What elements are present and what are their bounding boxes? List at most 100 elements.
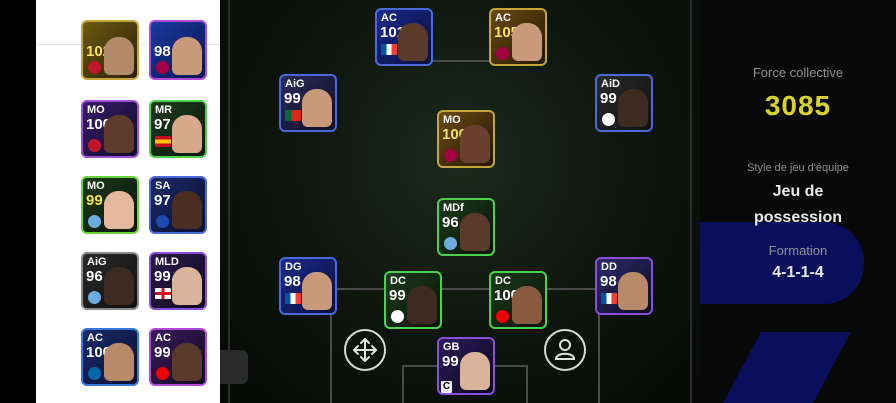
player-portrait-icon — [460, 352, 490, 390]
player-portrait-icon — [104, 267, 134, 305]
bench-card-position: AC — [87, 332, 103, 344]
bench-card-rating: 98 — [154, 43, 171, 60]
bench-card-10[interactable]: AC 99 — [149, 328, 207, 386]
player-portrait-icon — [512, 23, 542, 61]
club-crest-icon — [88, 291, 101, 304]
penalty-box-top — [330, 288, 600, 290]
player-rating: 98 — [284, 273, 301, 290]
spain-flag-icon — [155, 136, 171, 147]
player-position: AiD — [601, 78, 620, 90]
player-card-st-right[interactable]: AC 105 — [489, 8, 547, 66]
bench-card-rating: 99 — [86, 192, 103, 209]
bench-card-2[interactable]: 98 — [149, 20, 207, 80]
player-portrait-icon — [172, 115, 202, 153]
substitutes-panel[interactable]: 102 98 MO 100 MR 97 MO 99 SA 97 AiG 96 M… — [36, 0, 220, 403]
player-portrait-icon — [172, 37, 202, 75]
bench-card-position: MO — [87, 180, 105, 192]
player-rating: 96 — [442, 214, 459, 231]
bench-card-7[interactable]: AiG 96 — [81, 252, 139, 310]
portugal-flag-icon — [285, 110, 301, 121]
player-position: DD — [601, 261, 617, 273]
player-portrait-icon — [618, 272, 648, 310]
club-crest-icon — [156, 367, 169, 380]
player-position: DG — [285, 261, 302, 273]
player-position: DC — [390, 275, 406, 287]
player-card-lw[interactable]: AiG 99 — [279, 74, 337, 132]
player-rating: 99 — [284, 90, 301, 107]
player-portrait-icon — [104, 343, 134, 381]
player-portrait-icon — [104, 37, 134, 75]
formation-value: 4-1-1-4 — [772, 264, 824, 281]
player-position: AC — [381, 12, 397, 24]
bench-card-9[interactable]: AC 100 — [81, 328, 139, 386]
player-portrait-icon — [407, 286, 437, 324]
bench-card-position: MO — [87, 104, 105, 116]
player-card-gk[interactable]: GB 99 C — [437, 337, 495, 395]
player-rating: 99 — [442, 353, 459, 370]
player-position: GB — [443, 341, 460, 353]
club-crest-icon — [496, 310, 509, 323]
player-view-button[interactable] — [544, 329, 586, 371]
bench-card-rating: 97 — [154, 192, 171, 209]
club-crest-icon — [602, 113, 615, 126]
player-card-cdm[interactable]: MDf 96 — [437, 198, 495, 256]
player-position: AC — [495, 12, 511, 24]
player-portrait-icon — [104, 191, 134, 229]
pitch-sideline-right — [690, 0, 692, 403]
move-arrows-icon — [353, 338, 377, 362]
player-portrait-icon — [172, 191, 202, 229]
player-portrait-icon — [512, 286, 542, 324]
player-position: AiG — [285, 78, 305, 90]
bench-card-4[interactable]: MR 97 — [149, 100, 207, 158]
bench-card-position: AC — [155, 332, 171, 344]
player-position: DC — [495, 275, 511, 287]
club-crest-icon — [391, 310, 404, 323]
club-crest-icon — [88, 215, 101, 228]
player-portrait-icon — [460, 213, 490, 251]
player-card-rb[interactable]: DD 98 — [595, 257, 653, 315]
club-crest-icon — [156, 215, 169, 228]
person-icon — [554, 339, 576, 360]
bench-card-6[interactable]: SA 97 — [149, 176, 207, 234]
bench-card-5[interactable]: MO 99 — [81, 176, 139, 234]
bench-card-position: AiG — [87, 256, 107, 268]
team-strength-label: Force collective — [752, 65, 844, 80]
player-portrait-icon — [172, 343, 202, 381]
club-crest-icon — [156, 61, 169, 74]
player-position: MDf — [443, 202, 464, 214]
goal-area-left — [402, 365, 404, 403]
player-card-rw[interactable]: AiD 99 — [595, 74, 653, 132]
player-portrait-icon — [172, 267, 202, 305]
england-flag-icon — [155, 288, 171, 299]
player-position: MO — [443, 114, 461, 126]
playstyle-value-line1: Jeu de — [772, 183, 824, 200]
panel-toggle-tab[interactable] — [220, 350, 248, 384]
bench-card-1[interactable]: 102 — [81, 20, 139, 80]
player-card-cb-right[interactable]: DC 100 — [489, 271, 547, 329]
player-rating: 99 — [389, 287, 406, 304]
goal-area-right — [526, 365, 528, 403]
bench-card-rating: 96 — [86, 268, 103, 285]
bench-card-3[interactable]: MO 100 — [81, 100, 139, 158]
left-edge-strip — [0, 0, 36, 403]
player-portrait-icon — [398, 23, 428, 61]
bench-card-position: MR — [155, 104, 173, 116]
player-card-lb[interactable]: DG 98 — [279, 257, 337, 315]
club-crest-icon — [88, 61, 101, 74]
playstyle-value-line2: possession — [753, 209, 843, 226]
player-portrait-icon — [104, 115, 134, 153]
club-crest-icon — [88, 367, 101, 380]
france-flag-icon — [285, 293, 301, 304]
move-formation-button[interactable] — [344, 329, 386, 371]
player-card-cam[interactable]: MO 100 — [437, 110, 495, 168]
player-card-cb-left[interactable]: DC 99 — [384, 271, 442, 329]
bench-card-rating: 97 — [154, 116, 171, 133]
bench-card-8[interactable]: MLD 99 — [149, 252, 207, 310]
captain-badge: C — [441, 381, 452, 393]
club-crest-icon — [496, 47, 509, 60]
france-flag-icon — [381, 44, 397, 55]
player-card-st-left[interactable]: AC 101 — [375, 8, 433, 66]
club-crest-icon — [88, 139, 101, 152]
bench-card-rating: 99 — [154, 344, 171, 361]
club-crest-icon — [444, 149, 457, 162]
